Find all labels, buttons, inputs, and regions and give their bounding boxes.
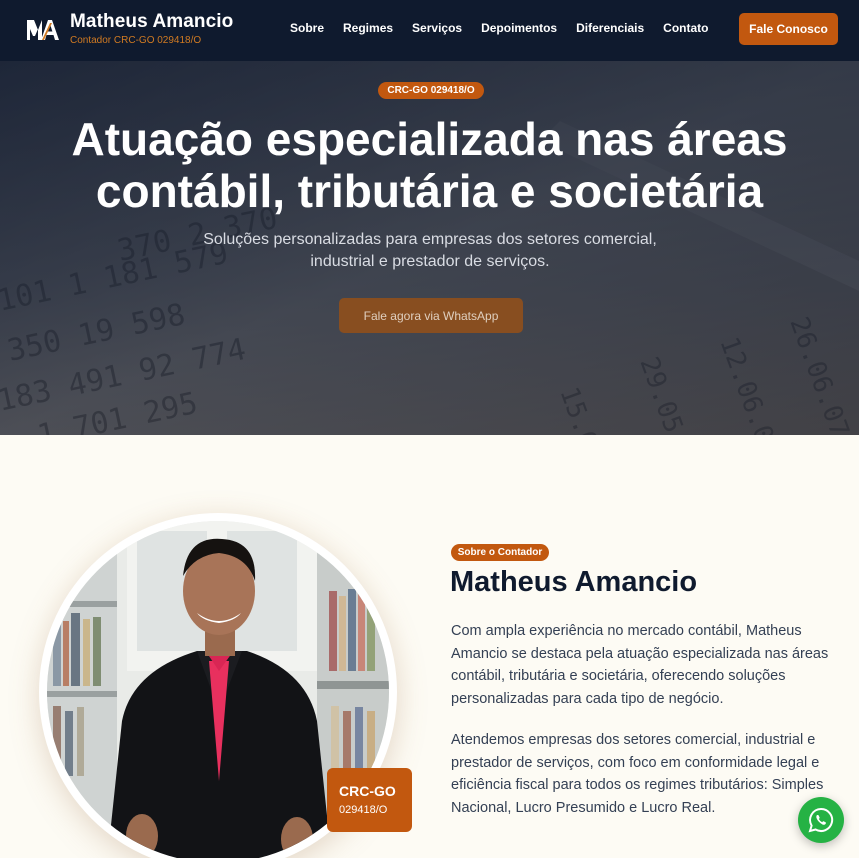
hero-subtitle-line-2: industrial e prestador de serviços. [310, 253, 550, 270]
about-badge: Sobre o Contador [451, 544, 549, 561]
crc-card: CRC-GO 029418/O [327, 768, 412, 832]
nav-link-regimes[interactable]: Regimes [343, 21, 393, 35]
hero-section: 101 1 181 579 350 19 598 183 491 92 774 … [0, 61, 859, 435]
hero-title-line-2: contábil, tributária e societária [95, 165, 764, 217]
brand-subtitle: Contador CRC-GO 029418/O [70, 35, 202, 46]
crc-badge: CRC-GO 029418/O [378, 82, 484, 99]
whatsapp-icon [808, 807, 834, 833]
ma-monogram-icon[interactable] [26, 18, 60, 42]
top-navbar: Matheus Amancio Contador CRC-GO 029418/O… [0, 0, 859, 61]
about-section: CRC-GO 029418/O Sobre o Contador Matheus… [0, 435, 859, 858]
nav-link-diferenciais[interactable]: Diferenciais [576, 21, 644, 35]
hero-title-line-1: Atuação especializada nas áreas [71, 113, 788, 165]
nav-link-depoimentos[interactable]: Depoimentos [481, 21, 557, 35]
crc-card-number: 029418/O [339, 804, 388, 816]
crc-card-label: CRC-GO [339, 783, 396, 799]
nav-links: Sobre Regimes Serviços Depoimentos Difer… [290, 21, 727, 35]
about-heading: Matheus Amancio [450, 566, 698, 598]
about-paragraph-2: Atendemos empresas dos setores comercial… [451, 732, 824, 816]
about-paragraph-1: Com ampla experiência no mercado contábi… [451, 623, 829, 707]
whatsapp-cta-button[interactable]: Fale agora via WhatsApp [339, 298, 523, 333]
whatsapp-floating-button[interactable] [798, 797, 844, 843]
hero-subtitle: Soluções personalizadas para empresas do… [170, 229, 690, 273]
nav-link-servicos[interactable]: Serviços [412, 21, 462, 35]
nav-link-sobre[interactable]: Sobre [290, 21, 324, 35]
hero-title: Atuação especializada nas áreas contábil… [0, 113, 859, 217]
brand-name[interactable]: Matheus Amancio [70, 11, 233, 33]
contact-cta-button[interactable]: Fale Conosco [739, 13, 838, 45]
nav-link-contato[interactable]: Contato [663, 21, 708, 35]
hero-subtitle-line-1: Soluções personalizadas para empresas do… [203, 231, 657, 248]
